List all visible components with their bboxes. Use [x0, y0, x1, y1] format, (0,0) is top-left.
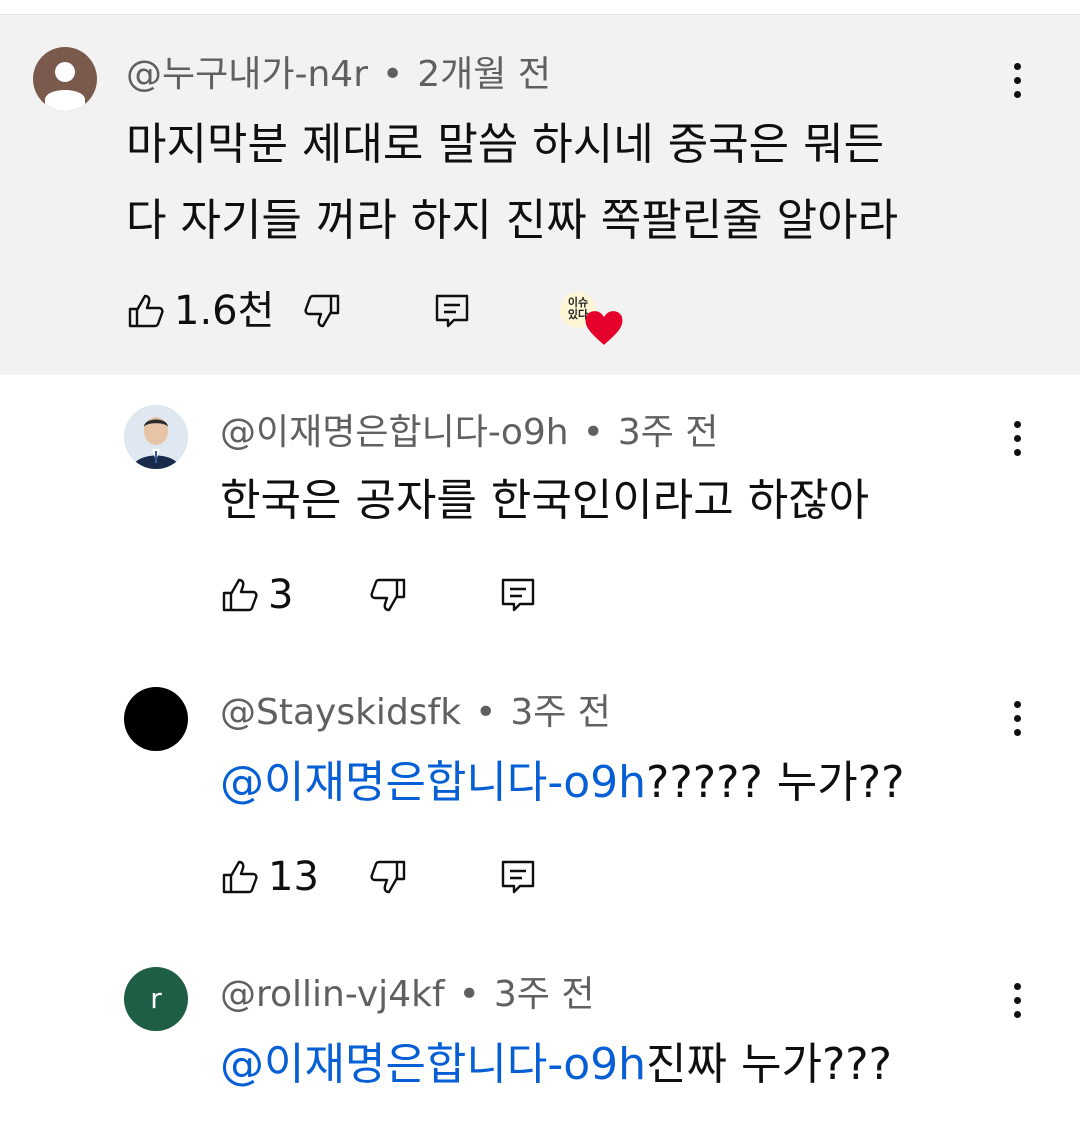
- more-dot: [1013, 448, 1021, 456]
- comment-meta: @이재명은합니다-o9h • 3주 전: [220, 415, 718, 451]
- comment-highlighted: @누구내가-n4r • 2개월 전 마지막분 제대로 말씀 하시네 중국은 뭐든 다…: [0, 15, 1080, 375]
- like-count: 13: [268, 854, 319, 900]
- more-options-button[interactable]: [997, 408, 1037, 468]
- dislike-button[interactable]: [368, 847, 408, 907]
- mention-link[interactable]: @이재명은합니다-o9h: [220, 1039, 646, 1090]
- comment-text-line: @이재명은합니다-o9h????? 누가??: [220, 745, 904, 821]
- like-count: 1.6천: [174, 288, 275, 334]
- avatar[interactable]: [124, 687, 188, 751]
- reply-icon: [501, 860, 535, 894]
- more-options-button[interactable]: [997, 688, 1037, 748]
- avatar[interactable]: r: [124, 967, 188, 1031]
- comment-text: 한국은 공자를 한국인이라고 하잖아: [220, 463, 869, 539]
- comment-time[interactable]: 3주 전: [510, 692, 611, 733]
- thumbs-up-icon: [128, 294, 164, 328]
- more-options-button[interactable]: [997, 970, 1037, 1030]
- like-button[interactable]: 13: [220, 847, 319, 907]
- comment-text-line: 다 자기들 꺼라 하지 진짜 쪽팔린줄 알아라: [126, 195, 899, 246]
- comment-time[interactable]: 2개월 전: [417, 54, 551, 95]
- comment-actions: 1.6천 이슈 있다: [126, 281, 646, 345]
- comment-reply: @Stayskidsfk • 3주 전 @이재명은합니다-o9h????? 누가??…: [0, 655, 1080, 935]
- comment-meta: @rollin-vj4kf • 3주 전: [220, 977, 594, 1013]
- comment-text-body: ????? 누가??: [646, 757, 905, 808]
- comment-reply: r @rollin-vj4kf • 3주 전 @이재명은합니다-o9h진짜 누가??…: [0, 935, 1080, 1135]
- more-dot: [1013, 982, 1021, 990]
- meta-separator: •: [458, 974, 480, 1015]
- comment-text-line: 마지막분 제대로 말씀 하시네 중국은 뭐든: [126, 119, 885, 170]
- dislike-button[interactable]: [368, 565, 408, 625]
- reply-button[interactable]: [498, 565, 538, 625]
- default-avatar-icon: [45, 62, 85, 111]
- reply-icon: [501, 578, 535, 612]
- comment-text: 마지막분 제대로 말씀 하시네 중국은 뭐든 다 자기들 꺼라 하지 진짜 쪽팔…: [126, 107, 898, 259]
- comment-text-body: 진짜 누가???: [646, 1039, 893, 1090]
- meta-separator: •: [382, 54, 404, 95]
- more-dot: [1013, 434, 1021, 442]
- more-dot: [1013, 996, 1021, 1004]
- more-dot: [1013, 90, 1021, 98]
- like-button[interactable]: 1.6천: [126, 281, 274, 341]
- more-dot: [1013, 700, 1021, 708]
- more-options-button[interactable]: [997, 50, 1037, 110]
- thumbs-down-icon: [370, 578, 406, 612]
- more-dot: [1013, 714, 1021, 722]
- comment-text: @이재명은합니다-o9h????? 누가??: [220, 745, 904, 821]
- like-count: 3: [268, 572, 294, 618]
- profile-photo-icon: [124, 405, 188, 469]
- more-dot: [1013, 76, 1021, 84]
- reply-button[interactable]: [498, 847, 538, 907]
- thumbs-down-icon: [304, 294, 340, 328]
- comment-actions: 13: [220, 847, 580, 907]
- comment-actions: 3: [220, 565, 580, 625]
- avatar[interactable]: [33, 47, 97, 111]
- comment-text: @이재명은합니다-o9h진짜 누가???: [220, 1027, 892, 1103]
- reply-icon: [435, 294, 469, 328]
- avatar-letter: r: [150, 982, 162, 1015]
- dislike-button[interactable]: [302, 281, 342, 341]
- thumbs-down-icon: [370, 860, 406, 894]
- comment-author[interactable]: @Stayskidsfk: [220, 692, 461, 733]
- more-dot: [1013, 62, 1021, 70]
- reply-button[interactable]: [432, 281, 472, 341]
- more-dot: [1013, 420, 1021, 428]
- mention-link[interactable]: @이재명은합니다-o9h: [220, 757, 646, 808]
- creator-avatar: 이슈 있다: [558, 286, 623, 345]
- comment-author[interactable]: @누구내가-n4r: [126, 54, 368, 95]
- comment-time[interactable]: 3주 전: [618, 412, 719, 453]
- comment-meta: @누구내가-n4r • 2개월 전: [126, 57, 551, 93]
- comment-time[interactable]: 3주 전: [494, 974, 595, 1015]
- meta-separator: •: [582, 412, 604, 453]
- like-button[interactable]: 3: [220, 565, 293, 625]
- thumbs-up-icon: [222, 578, 258, 612]
- more-dot: [1013, 1010, 1021, 1018]
- thumbs-up-icon: [222, 860, 258, 894]
- comment-meta: @Stayskidsfk • 3주 전: [220, 695, 611, 731]
- comment-text-line: @이재명은합니다-o9h진짜 누가???: [220, 1027, 892, 1103]
- heart-icon: [585, 311, 623, 345]
- comment-text-line: 한국은 공자를 한국인이라고 하잖아: [220, 475, 870, 526]
- more-dot: [1013, 728, 1021, 736]
- comment-reply: @이재명은합니다-o9h • 3주 전 한국은 공자를 한국인이라고 하잖아 3: [0, 375, 1080, 655]
- comment-author[interactable]: @rollin-vj4kf: [220, 974, 445, 1015]
- avatar[interactable]: [124, 405, 188, 469]
- meta-separator: •: [475, 692, 497, 733]
- comment-author[interactable]: @이재명은합니다-o9h: [220, 412, 569, 453]
